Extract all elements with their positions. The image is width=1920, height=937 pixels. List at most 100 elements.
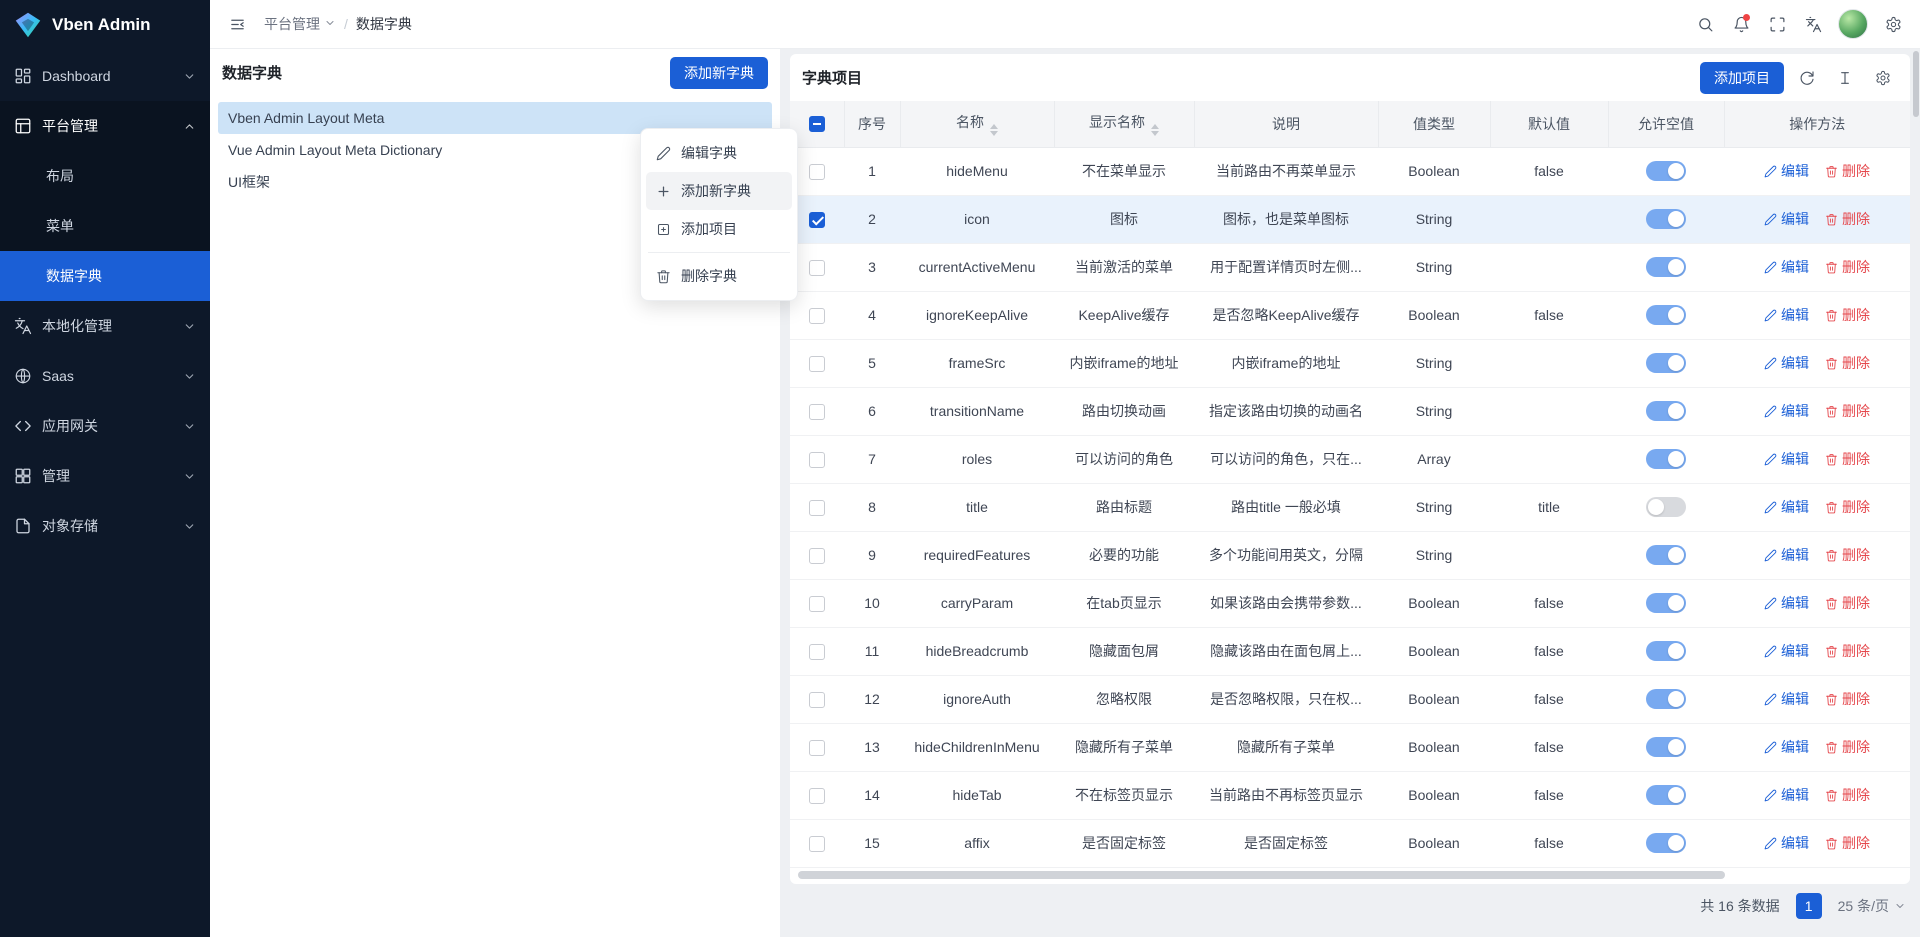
sidebar-subitem-menu[interactable]: 菜单 bbox=[0, 201, 210, 251]
edit-link[interactable]: 编辑 bbox=[1764, 209, 1809, 229]
context-menu-item-delete-dictionary[interactable]: 删除字典 bbox=[646, 257, 792, 295]
context-menu-item-add-item[interactable]: 添加项目 bbox=[646, 210, 792, 248]
nullable-toggle[interactable] bbox=[1646, 737, 1686, 757]
edit-link[interactable]: 编辑 bbox=[1764, 737, 1809, 757]
sidebar-subitem-data-dictionary[interactable]: 数据字典 bbox=[0, 251, 210, 301]
delete-link[interactable]: 删除 bbox=[1825, 209, 1870, 229]
trash-icon bbox=[1825, 261, 1838, 274]
row-checkbox[interactable] bbox=[809, 788, 825, 804]
row-checkbox[interactable] bbox=[809, 644, 825, 660]
row-checkbox[interactable] bbox=[809, 212, 825, 228]
table-settings-gear-icon[interactable] bbox=[1868, 63, 1898, 93]
delete-link[interactable]: 删除 bbox=[1825, 545, 1870, 565]
sort-icon[interactable] bbox=[1151, 124, 1159, 136]
topbar-right bbox=[1688, 7, 1910, 41]
sidebar-subitem-layout[interactable]: 布局 bbox=[0, 151, 210, 201]
pagination-page-1[interactable]: 1 bbox=[1796, 893, 1822, 919]
row-checkbox[interactable] bbox=[809, 740, 825, 756]
delete-link[interactable]: 删除 bbox=[1825, 161, 1870, 181]
edit-link[interactable]: 编辑 bbox=[1764, 785, 1809, 805]
row-checkbox[interactable] bbox=[809, 836, 825, 852]
nullable-toggle[interactable] bbox=[1646, 641, 1686, 661]
sort-icon[interactable] bbox=[990, 124, 998, 136]
delete-link[interactable]: 删除 bbox=[1825, 737, 1870, 757]
edit-link[interactable]: 编辑 bbox=[1764, 257, 1809, 277]
notification-bell-icon[interactable] bbox=[1724, 7, 1758, 41]
sidebar-item-object-storage[interactable]: 对象存储 bbox=[0, 501, 210, 551]
delete-link[interactable]: 删除 bbox=[1825, 401, 1870, 421]
sidebar-item-saas[interactable]: Saas bbox=[0, 351, 210, 401]
delete-link[interactable]: 删除 bbox=[1825, 641, 1870, 661]
vertical-scrollbar-thumb[interactable] bbox=[1913, 51, 1919, 117]
context-menu-item-add-new-dictionary[interactable]: 添加新字典 bbox=[646, 172, 792, 210]
nullable-toggle[interactable] bbox=[1646, 209, 1686, 229]
sidebar-item-localization[interactable]: 本地化管理 bbox=[0, 301, 210, 351]
row-checkbox[interactable] bbox=[809, 452, 825, 468]
settings-gear-icon[interactable] bbox=[1876, 7, 1910, 41]
edit-link[interactable]: 编辑 bbox=[1764, 305, 1809, 325]
edit-link[interactable]: 编辑 bbox=[1764, 833, 1809, 853]
edit-link[interactable]: 编辑 bbox=[1764, 497, 1809, 517]
delete-link[interactable]: 删除 bbox=[1825, 785, 1870, 805]
nullable-toggle[interactable] bbox=[1646, 833, 1686, 853]
delete-link[interactable]: 删除 bbox=[1825, 305, 1870, 325]
row-checkbox[interactable] bbox=[809, 692, 825, 708]
horizontal-scrollbar-thumb[interactable] bbox=[798, 871, 1725, 879]
page-size-select[interactable]: 25 条/页 bbox=[1838, 896, 1906, 916]
nullable-toggle[interactable] bbox=[1646, 449, 1686, 469]
context-menu-item-edit-dictionary[interactable]: 编辑字典 bbox=[646, 134, 792, 172]
select-all-header[interactable] bbox=[790, 101, 844, 147]
row-checkbox[interactable] bbox=[809, 596, 825, 612]
column-header-name[interactable]: 名称 bbox=[900, 101, 1054, 147]
nullable-toggle[interactable] bbox=[1646, 593, 1686, 613]
sidebar-item-dashboard[interactable]: Dashboard bbox=[0, 51, 210, 101]
edit-link[interactable]: 编辑 bbox=[1764, 545, 1809, 565]
collapse-sidebar-icon[interactable] bbox=[220, 7, 254, 41]
breadcrumb-item-platform[interactable]: 平台管理 bbox=[264, 14, 336, 34]
nullable-toggle[interactable] bbox=[1646, 497, 1686, 517]
delete-link[interactable]: 删除 bbox=[1825, 593, 1870, 613]
logo[interactable]: Vben Admin bbox=[0, 0, 210, 49]
nullable-toggle[interactable] bbox=[1646, 353, 1686, 373]
add-item-button[interactable]: 添加项目 bbox=[1700, 62, 1784, 94]
refresh-icon[interactable] bbox=[1792, 63, 1822, 93]
edit-link[interactable]: 编辑 bbox=[1764, 593, 1809, 613]
nullable-toggle[interactable] bbox=[1646, 257, 1686, 277]
row-checkbox[interactable] bbox=[809, 260, 825, 276]
fullscreen-icon[interactable] bbox=[1760, 7, 1794, 41]
row-checkbox[interactable] bbox=[809, 404, 825, 420]
edit-link[interactable]: 编辑 bbox=[1764, 353, 1809, 373]
avatar[interactable] bbox=[1838, 9, 1868, 39]
add-dictionary-button[interactable]: 添加新字典 bbox=[670, 57, 768, 89]
language-icon[interactable] bbox=[1796, 7, 1830, 41]
row-checkbox[interactable] bbox=[809, 164, 825, 180]
nullable-toggle[interactable] bbox=[1646, 785, 1686, 805]
delete-link[interactable]: 删除 bbox=[1825, 353, 1870, 373]
row-checkbox[interactable] bbox=[809, 308, 825, 324]
row-checkbox[interactable] bbox=[809, 356, 825, 372]
row-checkbox[interactable] bbox=[809, 548, 825, 564]
sidebar-item-management[interactable]: 管理 bbox=[0, 451, 210, 501]
edit-link[interactable]: 编辑 bbox=[1764, 161, 1809, 181]
nullable-toggle[interactable] bbox=[1646, 545, 1686, 565]
row-height-icon[interactable] bbox=[1830, 63, 1860, 93]
edit-link[interactable]: 编辑 bbox=[1764, 449, 1809, 469]
delete-link[interactable]: 删除 bbox=[1825, 833, 1870, 853]
delete-link[interactable]: 删除 bbox=[1825, 449, 1870, 469]
column-header-display[interactable]: 显示名称 bbox=[1054, 101, 1194, 147]
edit-link[interactable]: 编辑 bbox=[1764, 401, 1809, 421]
edit-link[interactable]: 编辑 bbox=[1764, 641, 1809, 661]
nullable-toggle[interactable] bbox=[1646, 161, 1686, 181]
sidebar-item-platform-management[interactable]: 平台管理 bbox=[0, 101, 210, 151]
nullable-toggle[interactable] bbox=[1646, 401, 1686, 421]
row-checkbox[interactable] bbox=[809, 500, 825, 516]
nullable-toggle[interactable] bbox=[1646, 305, 1686, 325]
sidebar-item-app-gateway[interactable]: 应用网关 bbox=[0, 401, 210, 451]
delete-link[interactable]: 删除 bbox=[1825, 497, 1870, 517]
delete-link[interactable]: 删除 bbox=[1825, 257, 1870, 277]
nullable-toggle[interactable] bbox=[1646, 689, 1686, 709]
select-all-checkbox[interactable] bbox=[809, 116, 825, 132]
delete-link[interactable]: 删除 bbox=[1825, 689, 1870, 709]
search-icon[interactable] bbox=[1688, 7, 1722, 41]
edit-link[interactable]: 编辑 bbox=[1764, 689, 1809, 709]
